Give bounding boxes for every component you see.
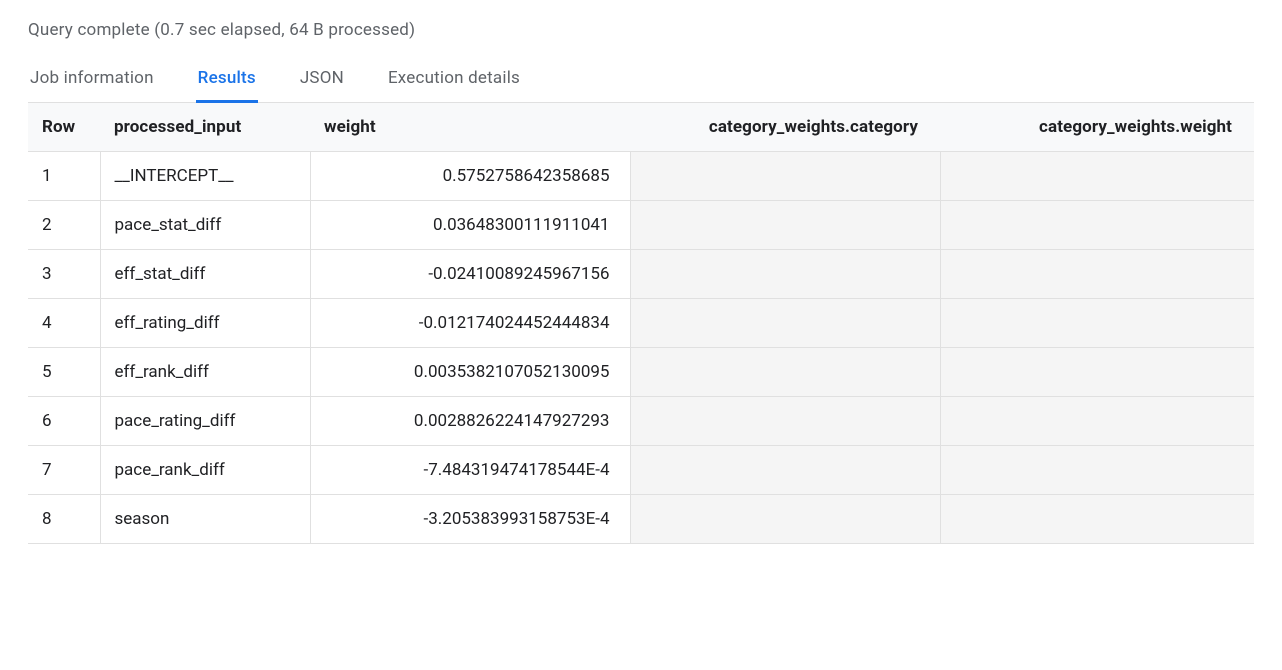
- table-row: 4eff_rating_diff-0.012174024452444834: [28, 299, 1254, 348]
- cell-category-weights-category: [630, 201, 940, 250]
- cell-weight: -3.205383993158753E-4: [310, 495, 630, 544]
- cell-category-weights-weight: [940, 250, 1254, 299]
- col-processed-input: processed_input: [100, 103, 310, 152]
- cell-processed-input: pace_rank_diff: [100, 446, 310, 495]
- col-weight: weight: [310, 103, 630, 152]
- cell-row-number: 5: [28, 348, 100, 397]
- table-row: 3eff_stat_diff-0.02410089245967156: [28, 250, 1254, 299]
- cell-row-number: 1: [28, 152, 100, 201]
- cell-category-weights-category: [630, 299, 940, 348]
- cell-processed-input: eff_rank_diff: [100, 348, 310, 397]
- cell-weight: -0.02410089245967156: [310, 250, 630, 299]
- cell-category-weights-weight: [940, 201, 1254, 250]
- cell-weight: 0.5752758642358685: [310, 152, 630, 201]
- results-table-wrap: Row processed_input weight category_weig…: [28, 102, 1254, 544]
- cell-row-number: 2: [28, 201, 100, 250]
- cell-category-weights-weight: [940, 348, 1254, 397]
- cell-weight: 0.0028826224147927293: [310, 397, 630, 446]
- table-row: 2pace_stat_diff0.03648300111911041: [28, 201, 1254, 250]
- results-tabs: Job information Results JSON Execution d…: [28, 58, 1254, 102]
- col-category-weights-weight: category_weights.weight: [940, 103, 1254, 152]
- cell-processed-input: eff_rating_diff: [100, 299, 310, 348]
- cell-category-weights-weight: [940, 446, 1254, 495]
- cell-processed-input: season: [100, 495, 310, 544]
- cell-row-number: 4: [28, 299, 100, 348]
- cell-processed-input: pace_stat_diff: [100, 201, 310, 250]
- cell-processed-input: pace_rating_diff: [100, 397, 310, 446]
- query-status: Query complete (0.7 sec elapsed, 64 B pr…: [28, 20, 1254, 40]
- cell-category-weights-category: [630, 250, 940, 299]
- results-table: Row processed_input weight category_weig…: [28, 103, 1254, 543]
- cell-row-number: 3: [28, 250, 100, 299]
- cell-category-weights-category: [630, 446, 940, 495]
- cell-category-weights-weight: [940, 397, 1254, 446]
- col-row: Row: [28, 103, 100, 152]
- cell-category-weights-category: [630, 397, 940, 446]
- cell-weight: -0.012174024452444834: [310, 299, 630, 348]
- table-row: 6pace_rating_diff0.0028826224147927293: [28, 397, 1254, 446]
- cell-weight: 0.03648300111911041: [310, 201, 630, 250]
- cell-category-weights-weight: [940, 495, 1254, 544]
- tab-job-information[interactable]: Job information: [28, 58, 156, 102]
- cell-category-weights-category: [630, 348, 940, 397]
- table-row: 8season-3.205383993158753E-4: [28, 495, 1254, 544]
- tab-execution-details[interactable]: Execution details: [386, 58, 522, 102]
- tab-json[interactable]: JSON: [298, 58, 346, 102]
- cell-row-number: 6: [28, 397, 100, 446]
- table-header-row: Row processed_input weight category_weig…: [28, 103, 1254, 152]
- cell-category-weights-category: [630, 152, 940, 201]
- table-row: 5eff_rank_diff0.0035382107052130095: [28, 348, 1254, 397]
- tab-results[interactable]: Results: [196, 58, 258, 102]
- cell-processed-input: eff_stat_diff: [100, 250, 310, 299]
- cell-category-weights-weight: [940, 299, 1254, 348]
- cell-row-number: 8: [28, 495, 100, 544]
- table-row: 1__INTERCEPT__0.5752758642358685: [28, 152, 1254, 201]
- cell-weight: 0.0035382107052130095: [310, 348, 630, 397]
- cell-weight: -7.484319474178544E-4: [310, 446, 630, 495]
- table-row: 7pace_rank_diff-7.484319474178544E-4: [28, 446, 1254, 495]
- cell-processed-input: __INTERCEPT__: [100, 152, 310, 201]
- col-category-weights-category: category_weights.category: [630, 103, 940, 152]
- cell-category-weights-category: [630, 495, 940, 544]
- cell-category-weights-weight: [940, 152, 1254, 201]
- cell-row-number: 7: [28, 446, 100, 495]
